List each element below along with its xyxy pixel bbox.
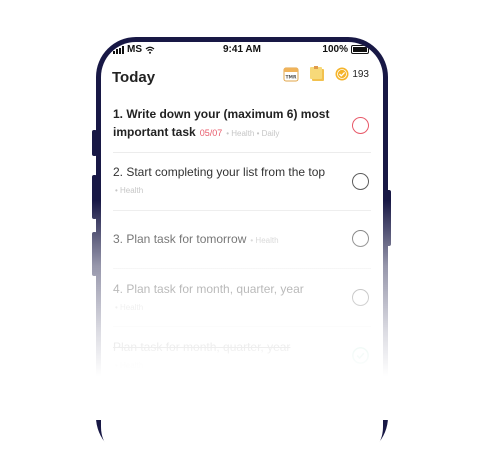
task-checkbox[interactable]: [352, 289, 369, 306]
battery-percent: 100%: [322, 44, 348, 55]
task-checkbox[interactable]: [352, 173, 369, 190]
header-actions: TMR 193: [283, 66, 369, 82]
task-due-date: 05/07: [199, 128, 223, 138]
task-item[interactable]: 2. Start completing your list from the t…: [113, 153, 371, 211]
header: Today TMR 193: [101, 56, 383, 96]
battery-icon: [351, 45, 369, 54]
task-tags: • Health: [115, 303, 144, 312]
task-tags: • Health: [115, 186, 144, 195]
task-title: Plan task for month, quarter, year: [113, 340, 291, 354]
coin-balance[interactable]: 193: [335, 67, 369, 81]
task-item[interactable]: 1. Write down your (maximum 6) most impo…: [113, 96, 371, 153]
phone-screen: MS 9:41 AM 100% Today TMR 193 1. Write d…: [101, 42, 383, 462]
task-list: 1. Write down your (maximum 6) most impo…: [101, 96, 383, 384]
task-tags: • Health: [115, 361, 144, 370]
task-title: 4. Plan task for month, quarter, year: [113, 282, 304, 296]
coin-icon: [335, 67, 349, 81]
task-title: 2. Start completing your list from the t…: [113, 165, 326, 179]
task-tags: • Health • Daily: [226, 129, 280, 138]
task-item[interactable]: Plan task for month, quarter, year • Hea…: [113, 327, 371, 384]
calendar-icon-label: TMR: [286, 75, 298, 81]
completed-check-icon[interactable]: [352, 347, 369, 364]
task-text: 1. Write down your (maximum 6) most impo…: [113, 105, 349, 143]
task-text: 3. Plan task for tomorrow • Health: [113, 230, 349, 250]
task-tags: • Health: [250, 236, 279, 245]
task-title: 3. Plan task for tomorrow: [113, 232, 247, 246]
status-bar: MS 9:41 AM 100%: [101, 42, 383, 56]
page-title: Today: [112, 69, 156, 86]
sticky-note-icon[interactable]: [309, 66, 325, 82]
task-item[interactable]: 4. Plan task for month, quarter, year • …: [113, 269, 371, 327]
task-checkbox[interactable]: [352, 117, 369, 134]
task-checkbox[interactable]: [352, 230, 369, 247]
status-right: 100%: [322, 44, 369, 55]
task-item[interactable]: 3. Plan task for tomorrow • Health: [113, 211, 371, 269]
calendar-icon[interactable]: TMR: [283, 66, 299, 82]
coin-count: 193: [352, 68, 369, 80]
